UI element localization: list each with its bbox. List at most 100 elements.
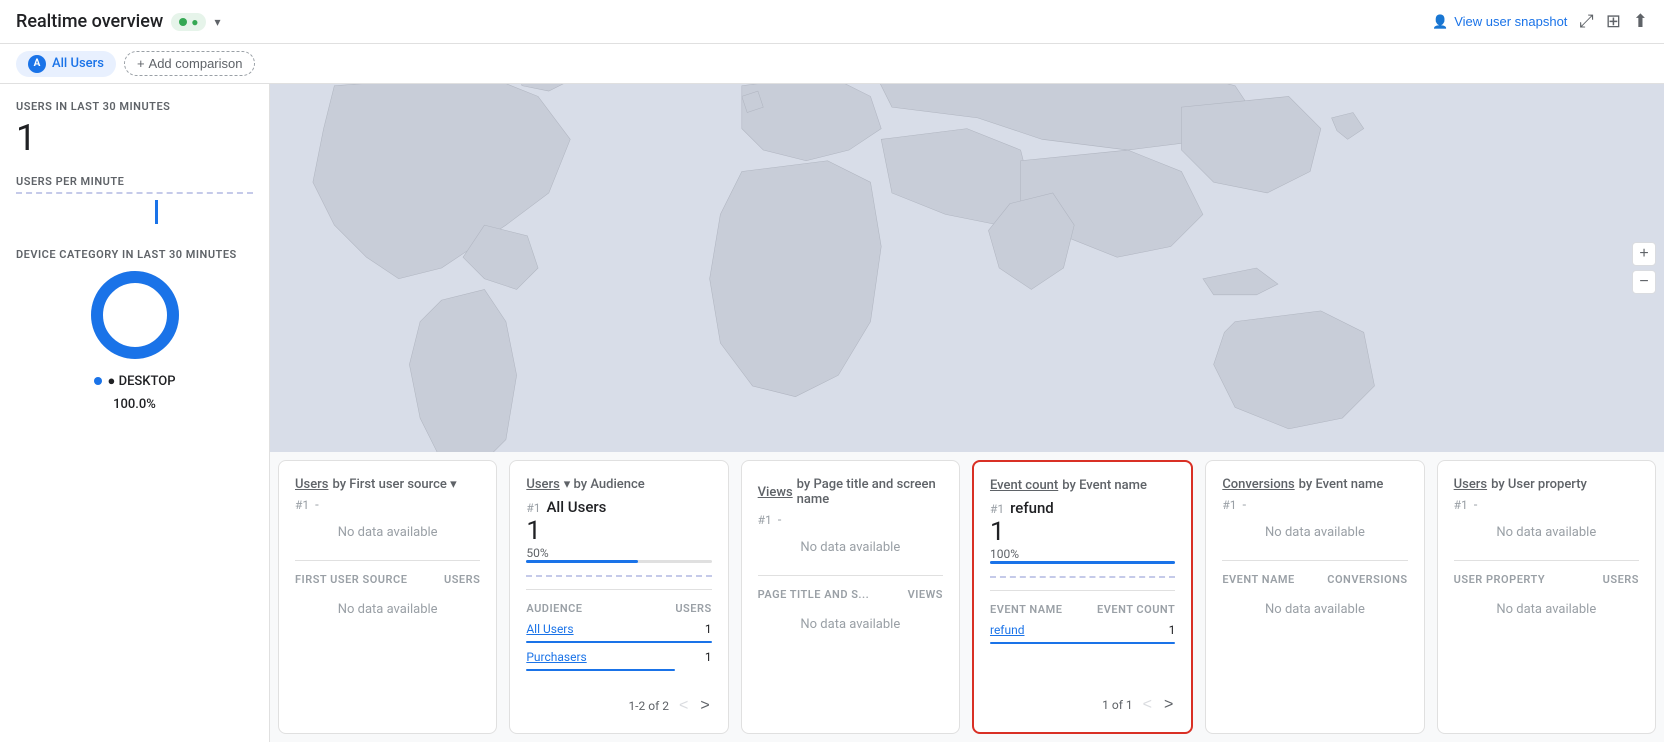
conv-table-header: EVENT NAME CONVERSIONS — [1222, 569, 1407, 590]
conversions-card: Conversions by Event name #1 - No data a… — [1205, 460, 1424, 734]
card-title-link-audience[interactable]: Users — [526, 477, 559, 492]
event-rank-value: refund — [1010, 499, 1054, 517]
audience-bar-2 — [526, 669, 674, 671]
avatar: A — [28, 55, 46, 73]
all-users-chip[interactable]: A All Users — [16, 51, 116, 77]
card-title-link-conversions[interactable]: Conversions — [1222, 477, 1294, 492]
add-comparison-button[interactable]: + Add comparison — [124, 51, 256, 76]
event-count-card: Event count by Event name #1 refund 1 10… — [972, 460, 1193, 734]
prop-table-header: USER PROPERTY USERS — [1454, 569, 1639, 590]
world-map-svg — [270, 84, 1664, 452]
event-footer: 1 of 1 < > — [990, 694, 1175, 716]
page-title-card: Views by Page title and screen name #1 -… — [741, 460, 960, 734]
header-right: 👤 View user snapshot ⤢ ⊞ ⬆ — [1432, 11, 1648, 32]
status-badge: ● — [171, 13, 206, 31]
conv-divider — [1222, 560, 1407, 561]
expand-icon[interactable]: ⤢ — [1579, 11, 1593, 32]
cards-row: Users by First user source ▾ #1 - No dat… — [270, 452, 1664, 742]
card-title-link-event[interactable]: Event count — [990, 478, 1058, 493]
audience-dashed-line — [526, 575, 711, 577]
event-name-1[interactable]: refund — [990, 623, 1025, 637]
audience-value-1: 1 — [705, 622, 712, 636]
rank-label-conv: #1 — [1222, 498, 1236, 512]
page-rank-value: - — [778, 513, 782, 528]
prop-col2: USERS — [1603, 573, 1639, 586]
users-per-minute-label: USERS PER MINUTE — [16, 175, 253, 188]
rank-label-prop: #1 — [1454, 498, 1468, 512]
card-title-first-user-source: Users by First user source ▾ — [295, 477, 480, 492]
card-title-user-prop: Users by User property — [1454, 477, 1639, 492]
audience-progress-container — [526, 560, 711, 563]
zoom-controls: + − — [1632, 242, 1656, 294]
desktop-label: ● DESKTOP — [108, 373, 176, 389]
audience-name-1[interactable]: All Users — [526, 622, 573, 636]
rank-label: #1 — [295, 498, 309, 512]
conv-col1: EVENT NAME — [1222, 573, 1294, 586]
card-title-page: Views by Page title and screen name — [758, 477, 943, 507]
page-title: Realtime overview — [16, 11, 163, 32]
users-label: USERS IN LAST 30 MINUTES — [16, 100, 253, 113]
share-icon[interactable]: ⬆ — [1633, 11, 1648, 32]
event-divider — [990, 590, 1175, 591]
map-and-cards: + − Users by First user source ▾ #1 - No… — [270, 84, 1664, 742]
event-table-header: EVENT NAME EVENT COUNT — [990, 599, 1175, 620]
card-title-event: Event count by Event name — [990, 478, 1175, 493]
conv-no-data-2: No data available — [1222, 590, 1407, 629]
card-title-link[interactable]: Users — [295, 477, 328, 492]
chart-baseline — [16, 192, 253, 194]
plus-icon: + — [137, 56, 145, 71]
users-value: 1 — [16, 117, 253, 159]
no-data-2: No data available — [295, 590, 480, 629]
event-progress-bar — [990, 561, 1175, 564]
audience-pagination: 1-2 of 2 — [628, 699, 669, 713]
event-prev-btn[interactable]: < — [1141, 694, 1154, 716]
first-user-source-card: Users by First user source ▾ #1 - No dat… — [278, 460, 497, 734]
event-pagination: 1 of 1 — [1102, 698, 1132, 712]
users-per-minute-section: USERS PER MINUTE — [16, 175, 253, 232]
header: Realtime overview ● ▾ 👤 View user snapsh… — [0, 0, 1664, 44]
donut-legend: ● DESKTOP — [94, 373, 176, 389]
page-divider — [758, 575, 943, 576]
donut-svg — [85, 265, 185, 365]
card-title-link-views[interactable]: Views — [758, 485, 793, 500]
view-snapshot-button[interactable]: 👤 View user snapshot — [1432, 14, 1567, 30]
header-left: Realtime overview ● ▾ — [16, 11, 221, 32]
audience-col1: AUDIENCE — [526, 602, 582, 615]
snapshot-icon: 👤 — [1432, 14, 1448, 30]
event-next-btn[interactable]: > — [1162, 694, 1175, 716]
chevron-down-icon[interactable]: ▾ — [214, 15, 220, 29]
rank-label-event: #1 — [990, 502, 1004, 516]
event-progress-container — [990, 561, 1175, 564]
event-col2: EVENT COUNT — [1097, 603, 1175, 616]
conv-col2: CONVERSIONS — [1327, 573, 1407, 586]
prop-rank-value: - — [1474, 498, 1478, 513]
prop-no-data-2: No data available — [1454, 590, 1639, 629]
audience-row-1: All Users 1 — [526, 619, 711, 639]
audience-name-2[interactable]: Purchasers — [526, 650, 586, 664]
desktop-value: 100.0% — [113, 397, 156, 412]
event-col1: EVENT NAME — [990, 603, 1062, 616]
audience-col2: USERS — [675, 602, 711, 615]
audience-next-btn[interactable]: > — [698, 695, 711, 717]
audience-prev-btn[interactable]: < — [677, 695, 690, 717]
user-property-card: Users by User property #1 - No data avai… — [1437, 460, 1656, 734]
rank-label-audience: #1 — [526, 501, 540, 515]
world-map-area: + − — [270, 84, 1664, 452]
card-title-link-user-prop[interactable]: Users — [1454, 477, 1487, 492]
grid-icon[interactable]: ⊞ — [1606, 11, 1621, 32]
chart-bar — [155, 200, 158, 224]
status-dot — [179, 18, 187, 26]
page-no-data-2: No data available — [758, 605, 943, 644]
audience-value-2: 1 — [705, 650, 712, 664]
audience-main-value: 1 — [526, 516, 711, 546]
zoom-in-button[interactable]: + — [1632, 242, 1656, 266]
desktop-legend-dot — [94, 377, 102, 385]
prop-divider — [1454, 560, 1639, 561]
event-dashed-line — [990, 576, 1175, 578]
audience-percent: 50% — [526, 546, 711, 560]
zoom-out-button[interactable]: − — [1632, 270, 1656, 294]
users-section: USERS IN LAST 30 MINUTES 1 — [16, 100, 253, 159]
event-main-value: 1 — [990, 517, 1175, 547]
view-snapshot-label: View user snapshot — [1454, 14, 1567, 29]
add-comparison-label: Add comparison — [149, 56, 243, 71]
